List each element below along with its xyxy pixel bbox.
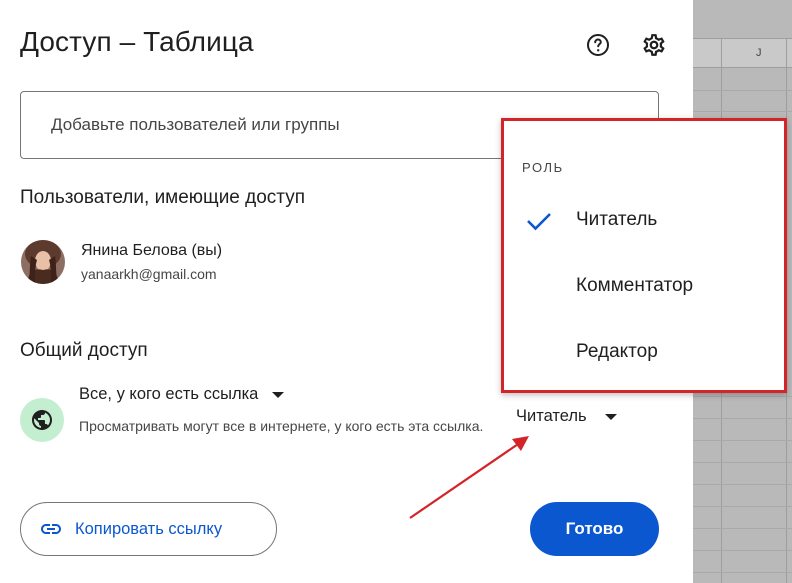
- avatar: [21, 240, 65, 284]
- link-access-dropdown[interactable]: Все, у кого есть ссылка: [79, 385, 285, 404]
- role-menu: РОЛЬ Читатель Комментатор Редактор: [501, 118, 787, 393]
- help-circle-icon[interactable]: [586, 33, 610, 57]
- spreadsheet-row-line: [693, 462, 792, 463]
- spreadsheet-row-line: [693, 418, 792, 419]
- spreadsheet-column-header: [693, 38, 792, 68]
- dropdown-arrow-icon: [604, 413, 617, 420]
- role-dropdown-label: Читатель: [516, 407, 587, 425]
- user-email: yanaarkh@gmail.com: [81, 266, 217, 282]
- copy-link-button[interactable]: Копировать ссылку: [20, 502, 277, 556]
- link-icon: [41, 524, 61, 534]
- link-access-description: Просматривать могут все в интернете, у к…: [79, 418, 484, 434]
- role-menu-header: РОЛЬ: [522, 160, 564, 175]
- role-option-editor[interactable]: Редактор: [504, 327, 784, 379]
- general-access-icon-badge: [20, 398, 64, 442]
- check-icon: [527, 213, 551, 231]
- spreadsheet-row-line: [693, 396, 792, 397]
- role-option-viewer[interactable]: Читатель: [504, 195, 784, 247]
- dropdown-arrow-icon: [272, 391, 285, 398]
- spreadsheet-row-line: [693, 572, 792, 573]
- link-access-label: Все, у кого есть ссылка: [79, 385, 259, 403]
- spreadsheet-row-line: [693, 528, 792, 529]
- done-button[interactable]: Готово: [530, 502, 659, 556]
- role-option-label: Читатель: [576, 209, 658, 230]
- role-option-label: Комментатор: [576, 275, 694, 296]
- spreadsheet-row-line: [693, 90, 792, 91]
- role-option-label: Редактор: [576, 341, 658, 362]
- spreadsheet-row-line: [693, 111, 792, 112]
- spreadsheet-row-line: [693, 440, 792, 441]
- people-with-access-title: Пользователи, имеющие доступ: [20, 187, 306, 208]
- spreadsheet-row-line: [693, 550, 792, 551]
- user-name: Янина Белова (вы): [81, 242, 223, 259]
- general-access-title: Общий доступ: [20, 340, 148, 361]
- role-option-commenter[interactable]: Комментатор: [504, 261, 784, 313]
- spreadsheet-row-line: [693, 506, 792, 507]
- globe-icon: [32, 410, 52, 430]
- dialog-title: Доступ – Таблица: [20, 26, 254, 57]
- gear-icon[interactable]: [641, 32, 667, 58]
- copy-link-label: Копировать ссылку: [75, 519, 223, 538]
- spreadsheet-column-label: J: [756, 47, 762, 59]
- spreadsheet-row-line: [693, 484, 792, 485]
- role-dropdown[interactable]: Читатель: [516, 407, 617, 426]
